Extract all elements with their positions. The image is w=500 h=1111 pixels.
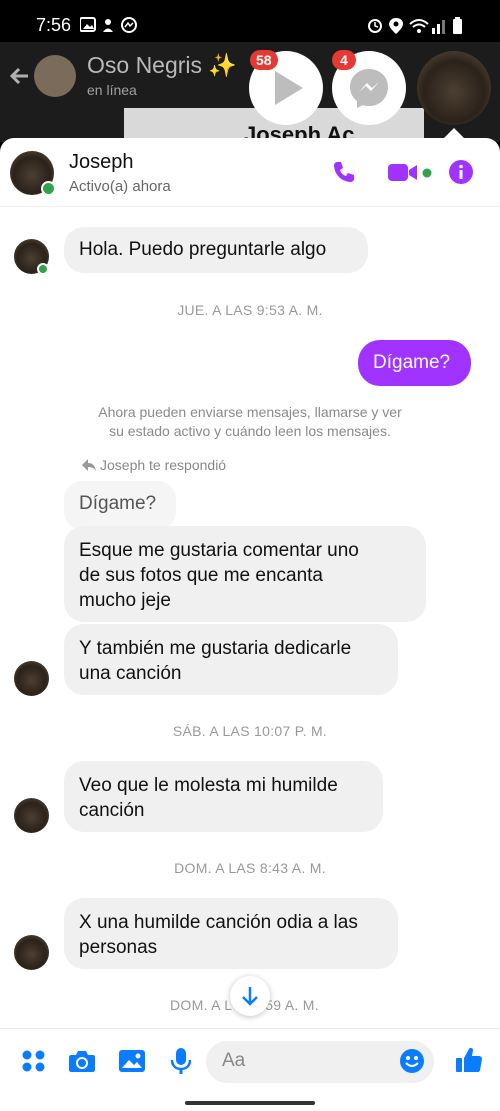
message-text: Hola. Puedo preguntarle algo (79, 239, 327, 260)
info-icon[interactable] (448, 159, 474, 185)
active-chat-head-avatar[interactable] (417, 51, 491, 125)
reply-label: Joseph te respondió (100, 457, 227, 473)
notification-icons (80, 17, 137, 33)
message-text-line: de sus fotos que me encanta (79, 565, 323, 586)
message-bubble-incoming[interactable]: Y también me gustaria dedicarle una canc… (64, 624, 398, 695)
system-status-icons (368, 17, 462, 34)
emoji-icon[interactable] (399, 1048, 425, 1074)
quoted-message[interactable]: Dígame? (64, 481, 176, 530)
timestamp-partial-left: DOM. A L (170, 997, 233, 1013)
status-time: 7:56 (36, 15, 72, 35)
message-bubble-outgoing[interactable]: Dígame? (358, 340, 471, 386)
video-chat-head-badge: 58 (250, 50, 278, 70)
message-text-line: Veo que le molesta mi humilde (79, 775, 338, 796)
system-message-line: su estado activo y cuándo leen los mensa… (109, 423, 391, 439)
sender-online-indicator (37, 263, 49, 275)
video-call-icon[interactable] (387, 161, 433, 185)
message-text-line: mucho jeje (79, 590, 171, 611)
message-bubble-incoming[interactable]: Hola. Puedo preguntarle algo (64, 227, 368, 273)
message-bubble-incoming[interactable]: Esque me gustaria comentar uno de sus fo… (64, 526, 426, 622)
home-gesture-pill[interactable] (185, 1101, 315, 1105)
microphone-icon[interactable] (170, 1047, 192, 1075)
timestamp: JUE. A LAS 9:53 A. M. (177, 302, 323, 318)
sender-avatar (14, 935, 49, 970)
sender-avatar (14, 798, 49, 833)
gallery-icon[interactable] (118, 1049, 146, 1073)
message-text-line: Y también me gustaria dedicarle (79, 638, 352, 659)
message-text-line: Esque me gustaria comentar uno (79, 540, 359, 561)
phone-call-icon[interactable] (331, 159, 357, 185)
camera-icon[interactable] (68, 1048, 96, 1074)
arrow-down-icon (242, 987, 258, 1006)
scroll-to-bottom-button[interactable] (230, 976, 270, 1016)
background-contact-avatar (34, 55, 76, 97)
like-thumbs-up-icon[interactable] (454, 1045, 484, 1075)
contact-status: Activo(a) ahora (69, 178, 171, 195)
quoted-message-text: Dígame? (79, 493, 157, 514)
message-bubble-incoming[interactable]: X una humilde canción odia a las persona… (64, 898, 398, 969)
timestamp: DOM. A LAS 8:43 A. M. (174, 860, 326, 876)
message-text-line: canción (79, 800, 145, 821)
reply-icon (82, 459, 96, 471)
messenger-chat-head-badge: 4 (332, 50, 356, 70)
background-contact-status: en línea (87, 82, 137, 98)
system-message-line: Ahora pueden enviarse mensajes, llamarse… (98, 404, 402, 420)
timestamp: SÁB. A LAS 10:07 P. M. (172, 723, 328, 739)
header-divider (0, 206, 500, 207)
contact-name[interactable]: Joseph (69, 151, 134, 174)
background-contact-name: Oso Negris ✨ (87, 52, 238, 78)
menu-grid-icon[interactable] (21, 1048, 47, 1074)
message-text-line: una canción (79, 663, 182, 684)
message-text-line: X una humilde canción odia a las (79, 912, 358, 933)
chat-head-pointer (444, 128, 464, 138)
message-text-line: personas (79, 937, 158, 958)
online-indicator (41, 181, 56, 196)
back-arrow-icon (9, 67, 28, 85)
sender-avatar (14, 661, 49, 696)
message-text: Dígame? (373, 352, 451, 373)
message-bubble-incoming[interactable]: Veo que le molesta mi humilde canción (64, 761, 383, 832)
message-input-placeholder: Aa (222, 1050, 246, 1071)
